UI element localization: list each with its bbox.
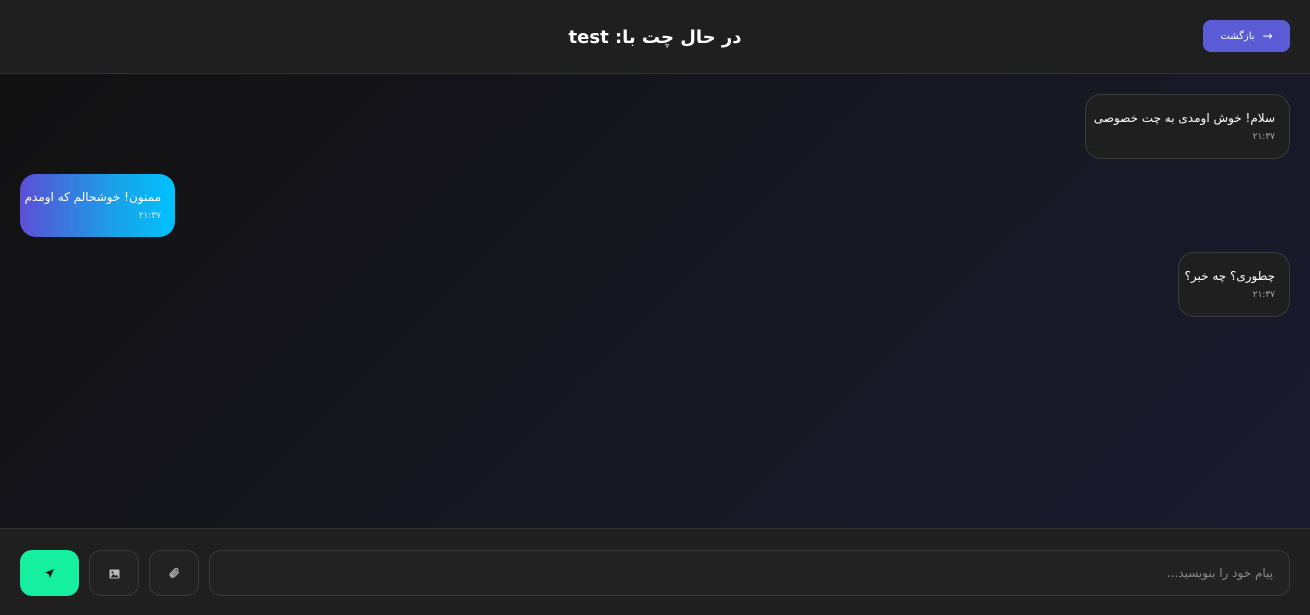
- page-title: در حال چت با: test: [568, 27, 742, 48]
- message-input[interactable]: [209, 550, 1290, 596]
- message-time: ۲۱:۳۷: [1252, 290, 1275, 300]
- send-icon: [44, 564, 55, 583]
- message-bubble: سلام! خوش اومدی به چت خصوصی ۲۱:۳۷: [1085, 94, 1290, 159]
- send-button[interactable]: [20, 550, 79, 596]
- message-text: ممنون! خوشحالم که اومدم: [24, 190, 161, 204]
- attach-image-button[interactable]: [89, 550, 139, 596]
- message-composer: [0, 528, 1310, 615]
- chat-app: → بازگشت در حال چت با: test سلام! خوش او…: [0, 0, 1310, 615]
- paperclip-icon: [168, 564, 180, 583]
- message-text: چطوری؟ چه خبر؟: [1184, 269, 1275, 283]
- attach-file-button[interactable]: [149, 550, 199, 596]
- message-text: سلام! خوش اومدی به چت خصوصی: [1093, 111, 1275, 125]
- message-bubble: چطوری؟ چه خبر؟ ۲۱:۳۷: [1178, 252, 1290, 317]
- message-list[interactable]: سلام! خوش اومدی به چت خصوصی ۲۱:۳۷ ممنون!…: [0, 74, 1310, 528]
- message-bubble: ممنون! خوشحالم که اومدم ۲۱:۳۷: [20, 174, 175, 237]
- message-time: ۲۱:۳۷: [138, 211, 161, 221]
- image-icon: [109, 564, 120, 583]
- chat-header: → بازگشت در حال چت با: test: [0, 0, 1310, 74]
- message-time: ۲۱:۳۷: [1252, 132, 1275, 142]
